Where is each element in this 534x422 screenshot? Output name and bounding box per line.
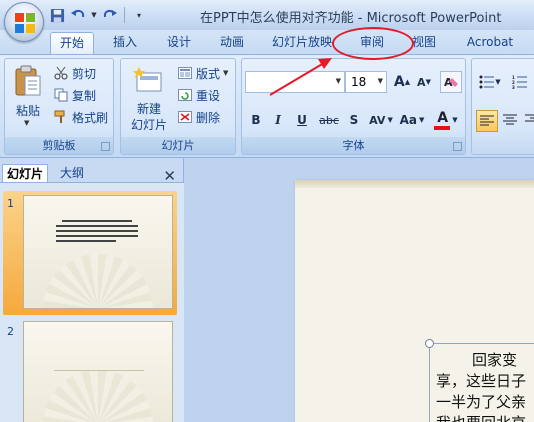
- annotation-arrow: [269, 58, 332, 96]
- office-button[interactable]: [4, 2, 44, 42]
- office-logo-icon: [15, 13, 35, 33]
